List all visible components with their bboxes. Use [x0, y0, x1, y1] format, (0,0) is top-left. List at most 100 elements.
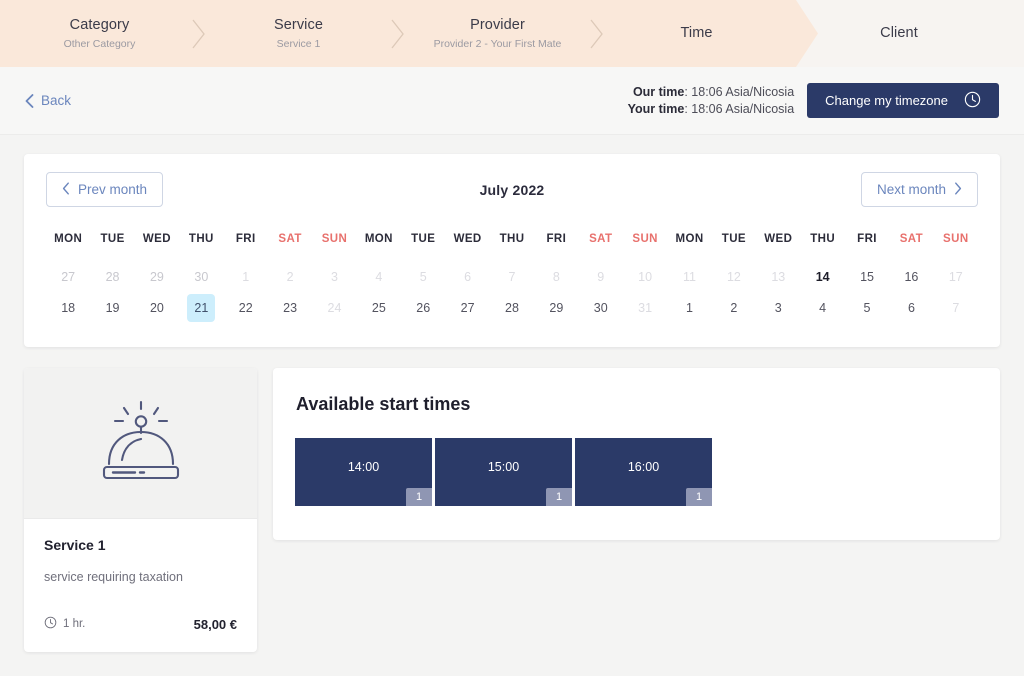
calendar-dow-sat: SAT — [268, 233, 312, 261]
time-slot[interactable]: 16:001 — [575, 438, 712, 506]
calendar-day-label: 10 — [631, 263, 659, 291]
step-list: Category Other Category Service Service … — [0, 0, 1024, 67]
calendar-dow-sat: SAT — [889, 233, 933, 261]
calendar-day[interactable]: 4 — [800, 292, 844, 323]
calendar-day-label: 24 — [320, 294, 348, 322]
calendar-day: 11 — [667, 261, 711, 292]
service-card: Service 1 service requiring taxation 1 h… — [24, 368, 257, 652]
calendar-dow-fri: FRI — [534, 233, 578, 261]
calendar-dow-fri: FRI — [224, 233, 268, 261]
calendar-day[interactable]: 30 — [579, 292, 623, 323]
calendar-day-label: 25 — [365, 294, 393, 322]
calendar-day[interactable]: 1 — [667, 292, 711, 323]
calendar-day[interactable]: 23 — [268, 292, 312, 323]
step-category[interactable]: Category Other Category — [0, 16, 199, 52]
chevron-left-icon — [62, 182, 70, 198]
calendar-day: 24 — [312, 292, 356, 323]
calendar-day-label: 30 — [587, 294, 615, 322]
time-slot-count-badge: 1 — [546, 488, 572, 506]
step-subtitle: Provider 2 - Your First Mate — [402, 36, 593, 52]
calendar-day[interactable]: 20 — [135, 292, 179, 323]
calendar-day-label: 8 — [542, 263, 570, 291]
calendar-day[interactable]: 26 — [401, 292, 445, 323]
prev-month-label: Prev month — [78, 182, 147, 197]
calendar-day-label: 7 — [498, 263, 526, 291]
sub-header: Back Our time: 18:06 Asia/Nicosia Your t… — [0, 67, 1024, 135]
calendar-day: 6 — [445, 261, 489, 292]
calendar-day-label: 12 — [720, 263, 748, 291]
calendar-dow-mon: MON — [46, 233, 90, 261]
calendar-day[interactable]: 19 — [90, 292, 134, 323]
step-client[interactable]: Client — [796, 24, 1002, 43]
calendar-day[interactable]: 16 — [889, 261, 933, 292]
time-slot[interactable]: 15:001 — [435, 438, 572, 506]
calendar-day[interactable]: 3 — [756, 292, 800, 323]
calendar-day-label: 22 — [232, 294, 260, 322]
calendar-day[interactable]: 22 — [224, 292, 268, 323]
calendar-dow-tue: TUE — [90, 233, 134, 261]
next-month-button[interactable]: Next month — [861, 172, 978, 207]
calendar-day[interactable]: 14 — [800, 261, 844, 292]
calendar-day-label: 3 — [320, 263, 348, 291]
calendar-dow-thu: THU — [179, 233, 223, 261]
calendar-day-label: 16 — [897, 263, 925, 291]
step-service[interactable]: Service Service 1 — [199, 16, 398, 52]
calendar-day[interactable]: 5 — [845, 292, 889, 323]
calendar-day[interactable]: 2 — [712, 292, 756, 323]
calendar-day[interactable]: 18 — [46, 292, 90, 323]
calendar-day-label: 21 — [187, 294, 215, 322]
calendar-day-label: 29 — [143, 263, 171, 291]
calendar-day[interactable]: 6 — [889, 292, 933, 323]
calendar-day-label: 27 — [54, 263, 82, 291]
calendar-day: 30 — [179, 261, 223, 292]
time-slot-count-badge: 1 — [686, 488, 712, 506]
step-provider[interactable]: Provider Provider 2 - Your First Mate — [398, 16, 597, 52]
calendar-day-label: 1 — [676, 294, 704, 322]
calendar-day-label: 2 — [720, 294, 748, 322]
service-price: 58,00 € — [194, 617, 237, 632]
timezone-area: Our time: 18:06 Asia/Nicosia Your time: … — [628, 83, 999, 118]
calendar-dow-wed: WED — [135, 233, 179, 261]
calendar-dow-thu: THU — [490, 233, 534, 261]
calendar-day: 7 — [934, 292, 978, 323]
chevron-right-icon — [954, 182, 962, 198]
calendar-day-label: 17 — [942, 263, 970, 291]
chevron-left-icon — [25, 94, 34, 108]
calendar-day[interactable]: 15 — [845, 261, 889, 292]
calendar-day: 17 — [934, 261, 978, 292]
step-title: Service — [203, 16, 394, 35]
service-details: Service 1 service requiring taxation 1 h… — [24, 519, 257, 652]
calendar-month-title: July 2022 — [480, 182, 545, 198]
time-slot[interactable]: 14:001 — [295, 438, 432, 506]
change-timezone-button[interactable]: Change my timezone — [807, 83, 999, 118]
calendar-day-label: 2 — [276, 263, 304, 291]
calendar-day: 10 — [623, 261, 667, 292]
calendar-day-label: 3 — [764, 294, 792, 322]
calendar-day[interactable]: 29 — [534, 292, 578, 323]
available-times-card: Available start times 14:00115:00116:001 — [273, 368, 1000, 540]
clock-icon — [964, 91, 981, 111]
calendar-dow-tue: TUE — [401, 233, 445, 261]
calendar-dow-mon: MON — [667, 233, 711, 261]
calendar-dow-mon: MON — [357, 233, 401, 261]
prev-month-button[interactable]: Prev month — [46, 172, 163, 207]
calendar-day: 8 — [534, 261, 578, 292]
calendar-day-label: 15 — [853, 263, 881, 291]
calendar-day-label: 5 — [409, 263, 437, 291]
calendar-day[interactable]: 27 — [445, 292, 489, 323]
calendar-day: 1 — [224, 261, 268, 292]
step-time[interactable]: Time — [597, 24, 796, 43]
calendar-day: 4 — [357, 261, 401, 292]
calendar-day[interactable]: 25 — [357, 292, 401, 323]
page-body: Prev month July 2022 Next month MONTUEWE… — [0, 135, 1024, 652]
bottom-row: Service 1 service requiring taxation 1 h… — [24, 368, 1000, 652]
your-time-line: Your time: 18:06 Asia/Nicosia — [628, 101, 795, 118]
calendar-day: 12 — [712, 261, 756, 292]
calendar-dow-tue: TUE — [712, 233, 756, 261]
calendar-day[interactable]: 28 — [490, 292, 534, 323]
step-title: Provider — [402, 16, 593, 35]
timezone-lines: Our time: 18:06 Asia/Nicosia Your time: … — [628, 84, 795, 118]
back-button[interactable]: Back — [25, 93, 71, 108]
calendar-day-selected[interactable]: 21 — [179, 292, 223, 323]
step-subtitle: Service 1 — [203, 36, 394, 52]
